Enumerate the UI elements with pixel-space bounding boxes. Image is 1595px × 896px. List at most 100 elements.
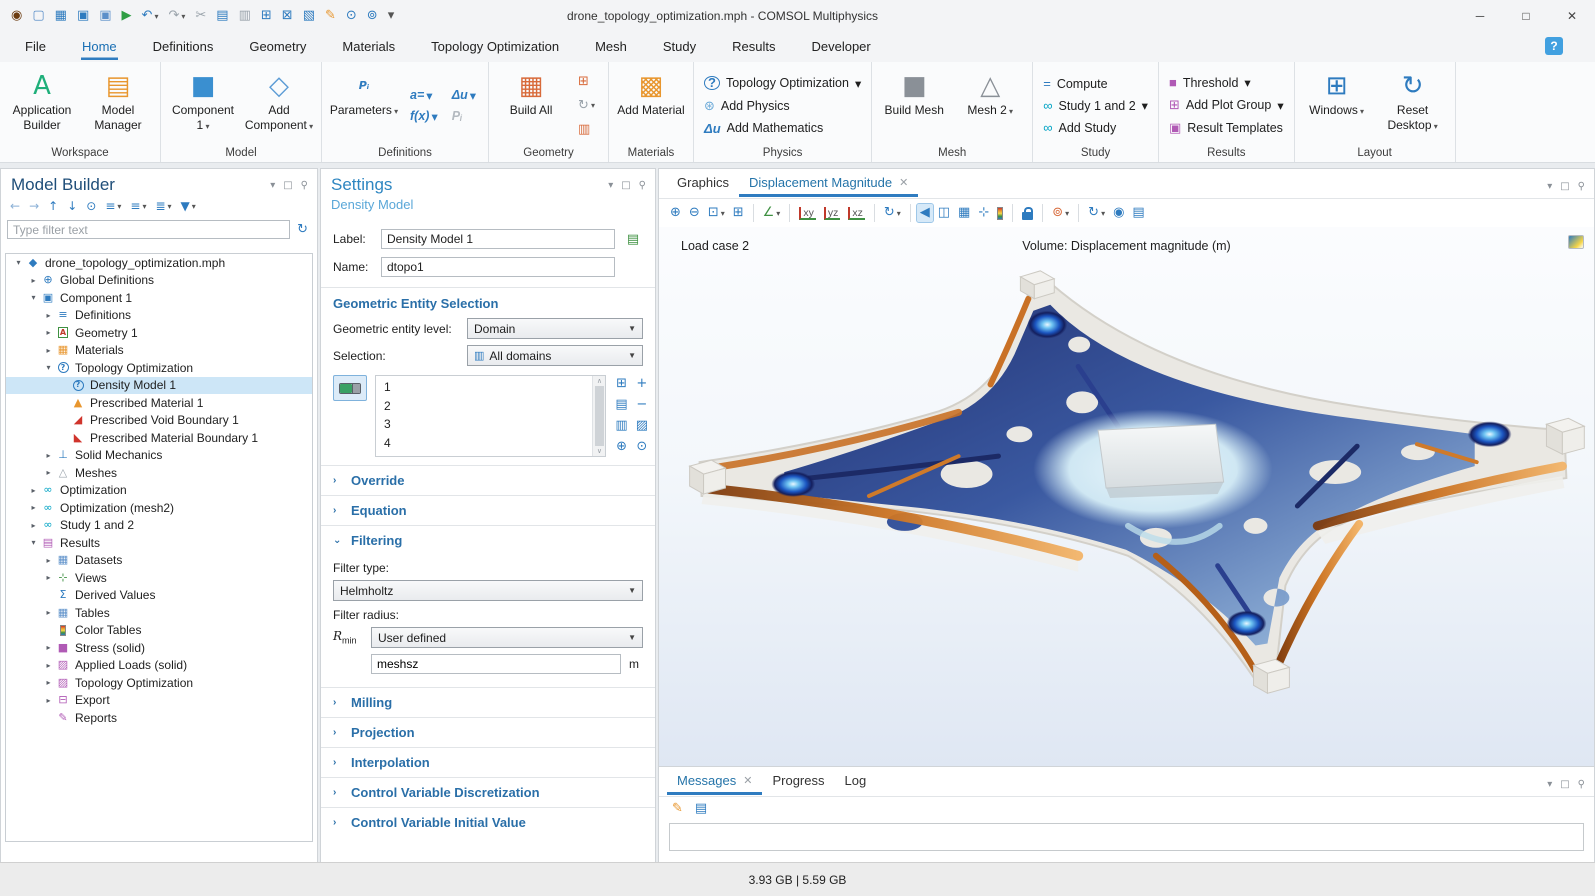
- refresh-icon[interactable]: ↻: [294, 221, 311, 239]
- message-table-icon[interactable]: ▤: [692, 800, 710, 818]
- expand-all-icon[interactable]: ≡▾: [102, 197, 124, 215]
- show-icon[interactable]: ⊙: [83, 197, 99, 215]
- panel-menu-icon[interactable]: ▾: [607, 179, 614, 193]
- add-mathematics-button[interactable]: ΔuAdd Mathematics: [704, 121, 861, 136]
- find-icon[interactable]: ⊙: [343, 7, 360, 25]
- tree-item[interactable]: ▸⊟Export: [6, 692, 312, 710]
- menu-tab-geometry[interactable]: Geometry: [248, 35, 307, 60]
- tree-expander[interactable]: ▸: [42, 468, 55, 477]
- tab-progress[interactable]: Progress: [762, 767, 834, 795]
- comsol-app-icon[interactable]: ◉: [8, 7, 25, 25]
- print-icon[interactable]: ▤: [1129, 204, 1147, 222]
- remove-details-icon[interactable]: ▥: [575, 121, 598, 139]
- compute-button[interactable]: =Compute: [1043, 76, 1148, 91]
- entity-level-dropdown[interactable]: Domain▼: [467, 318, 643, 339]
- close-tab-icon[interactable]: ✕: [743, 774, 752, 787]
- select-icon[interactable]: ▧: [300, 7, 318, 25]
- menu-tab-materials[interactable]: Materials: [341, 35, 396, 60]
- tree-expander[interactable]: ▾: [42, 363, 55, 372]
- default-view-icon[interactable]: ∠▾: [760, 204, 784, 222]
- toolbar-options-icon[interactable]: ▾: [385, 7, 398, 25]
- selection-listbox[interactable]: 1234 ∧ ∨: [375, 375, 606, 457]
- delete-icon[interactable]: ⊠: [279, 7, 296, 25]
- tree-expander[interactable]: ▸: [27, 503, 40, 512]
- plot-preview-icon[interactable]: [1568, 235, 1584, 249]
- menu-tab-results[interactable]: Results: [731, 35, 776, 60]
- panel-pin-icon[interactable]: ⚲: [1577, 180, 1586, 194]
- tab-messages[interactable]: Messages✕: [667, 767, 762, 795]
- threshold-button[interactable]: ■Threshold▾: [1169, 75, 1284, 90]
- tree-expander[interactable]: ▸: [27, 486, 40, 495]
- application-builder-button[interactable]: AApplication Builder: [6, 66, 78, 145]
- new-file-icon[interactable]: ▢: [29, 7, 47, 25]
- tree-expander[interactable]: ▸: [27, 521, 40, 530]
- view-yz-icon[interactable]: yz: [821, 205, 844, 222]
- tree-item[interactable]: ▸≡Definitions: [6, 307, 312, 325]
- redo-icon[interactable]: ↷▾: [165, 7, 188, 25]
- selection-entry[interactable]: 4: [376, 434, 592, 453]
- section-filtering[interactable]: ⌄Filtering: [321, 525, 655, 555]
- view-xy-icon[interactable]: xy: [796, 205, 819, 222]
- tree-expander[interactable]: ▸: [42, 678, 55, 687]
- tree-item[interactable]: ▸▦Datasets: [6, 552, 312, 570]
- tree-item[interactable]: ▸∞Optimization (mesh2): [6, 499, 312, 517]
- variables-icon[interactable]: a=▾: [410, 88, 438, 103]
- tree-item[interactable]: ▸▦Materials: [6, 342, 312, 360]
- tree-item[interactable]: ▸▨Topology Optimization: [6, 674, 312, 692]
- update-plot-icon[interactable]: ↻▾: [1085, 204, 1108, 222]
- tree-expander[interactable]: ▸: [42, 556, 55, 565]
- zoom-in-icon[interactable]: ⊕: [667, 204, 684, 222]
- tree-item[interactable]: ▸▨Applied Loads (solid): [6, 657, 312, 675]
- selection-scrollbar[interactable]: ∧ ∨: [592, 376, 605, 456]
- tree-expander[interactable]: ▸: [42, 661, 55, 670]
- panel-pin-icon[interactable]: ⚲: [300, 179, 309, 193]
- copy-selection-icon[interactable]: ⊞: [614, 377, 628, 391]
- active-toggle-button[interactable]: [333, 375, 367, 401]
- add-selection-icon[interactable]: +: [635, 377, 649, 391]
- parameters-button[interactable]: PᵢParameters ▾: [328, 66, 400, 145]
- close-tab-icon[interactable]: ✕: [899, 176, 908, 189]
- tree-item[interactable]: ▾?Topology Optimization: [6, 359, 312, 377]
- model-manager-button[interactable]: ▤Model Manager: [82, 66, 154, 145]
- close-button[interactable]: ✕: [1549, 0, 1595, 32]
- tree-item[interactable]: ▸▦Tables: [6, 604, 312, 622]
- tree-item[interactable]: ?Density Model 1: [6, 377, 312, 395]
- rename-list-button[interactable]: ▤: [623, 230, 643, 248]
- tree-expander[interactable]: ▾: [12, 258, 25, 267]
- rotate-icon[interactable]: ↻▾: [881, 204, 904, 222]
- functions-icon[interactable]: f(x)▾: [410, 109, 438, 124]
- section-projection[interactable]: ›Projection: [321, 717, 655, 747]
- show-axes-icon[interactable]: ⊹: [975, 204, 992, 222]
- save-as-icon[interactable]: ▣: [96, 7, 114, 25]
- tree-item[interactable]: ◣Prescribed Material Boundary 1: [6, 429, 312, 447]
- scene-light-icon[interactable]: ◀: [917, 204, 933, 222]
- tree-expander[interactable]: ▸: [42, 328, 55, 337]
- cut-icon[interactable]: ✂: [192, 7, 209, 25]
- tree-expander[interactable]: ▸: [42, 696, 55, 705]
- tree-item[interactable]: ▸△Meshes: [6, 464, 312, 482]
- deactivate-selection-icon[interactable]: ⊙: [635, 440, 649, 454]
- build-mesh-button[interactable]: ■Build Mesh: [878, 66, 950, 145]
- filter-icon[interactable]: ▼▾: [178, 197, 199, 215]
- tree-expander[interactable]: ▸: [42, 573, 55, 582]
- paste-icon[interactable]: ▥: [236, 7, 254, 25]
- add-plot-group-button[interactable]: ⊞Add Plot Group▾: [1169, 97, 1284, 113]
- paste-selection-icon[interactable]: ▤: [614, 398, 628, 412]
- section-interpolation[interactable]: ›Interpolation: [321, 747, 655, 777]
- go-back-icon[interactable]: ←: [7, 197, 23, 215]
- scroll-up-icon[interactable]: ∧: [597, 377, 602, 385]
- tree-item[interactable]: ▲Prescribed Material 1: [6, 394, 312, 412]
- filter-radius-mode-dropdown[interactable]: User defined▼: [371, 627, 643, 648]
- add-component-button[interactable]: ◇Add Component ▾: [243, 66, 315, 145]
- graphics-viewport[interactable]: Load case 2 Volume: Displacement magnitu…: [659, 227, 1594, 766]
- selection-entry[interactable]: 1: [376, 378, 592, 397]
- tree-expander[interactable]: ▸: [27, 276, 40, 285]
- remove-selection-icon[interactable]: −: [635, 398, 649, 412]
- label-field[interactable]: [381, 229, 615, 249]
- filter-type-dropdown[interactable]: Helmholtz▼: [333, 580, 643, 601]
- snapshot-icon[interactable]: ◉: [1110, 204, 1127, 222]
- node-label-icon[interactable]: ≣▾: [152, 197, 174, 215]
- selection-entry[interactable]: 2: [376, 397, 592, 416]
- menu-tab-study[interactable]: Study: [662, 35, 697, 60]
- help-icon[interactable]: ?: [1545, 37, 1563, 55]
